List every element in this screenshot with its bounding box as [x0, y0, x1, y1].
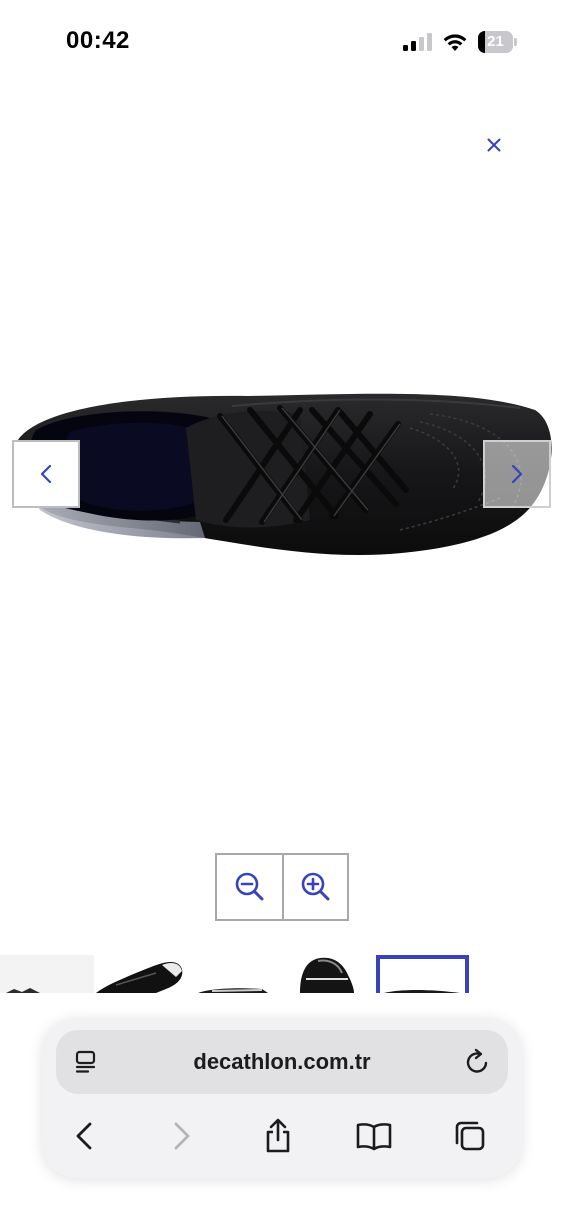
chevron-right-icon: [511, 464, 523, 484]
zoom-out-button[interactable]: [217, 855, 282, 919]
thumbnail-2[interactable]: [96, 955, 188, 993]
address-bar[interactable]: decathlon.com.tr: [56, 1030, 508, 1094]
previous-image-button[interactable]: [12, 440, 80, 508]
browser-toolbar: [42, 1114, 522, 1158]
product-image-football-boot: [13, 393, 552, 556]
battery-level: 21: [487, 33, 504, 50]
wifi-icon: [443, 34, 467, 51]
reload-icon[interactable]: [464, 1048, 492, 1076]
thumbnail-3[interactable]: [192, 955, 284, 993]
thumbnail-1[interactable]: [0, 955, 94, 993]
thumbnail-strip: [0, 955, 563, 993]
back-icon: [76, 1122, 92, 1150]
forward-button[interactable]: [162, 1116, 202, 1156]
thumbnail-5-selected[interactable]: [376, 955, 469, 993]
reader-icon[interactable]: [74, 1049, 100, 1075]
zoom-in-button[interactable]: [282, 855, 347, 919]
url-text[interactable]: decathlon.com.tr: [116, 1030, 448, 1094]
tabs-icon: [455, 1121, 485, 1151]
chevron-left-icon: [40, 464, 52, 484]
share-button[interactable]: [258, 1116, 298, 1156]
status-bar: 00:42 21: [0, 0, 563, 80]
status-time: 00:42: [66, 27, 130, 54]
browser-bottom-bar: decathlon.com.tr: [42, 1018, 522, 1178]
close-button[interactable]: [480, 131, 508, 159]
share-icon: [266, 1118, 290, 1153]
zoom-out-icon: [235, 872, 263, 901]
battery-indicator: 21: [478, 31, 518, 53]
thumbnail-4[interactable]: [288, 955, 372, 993]
cellular-signal-icon: [403, 33, 432, 51]
forward-icon: [174, 1122, 190, 1150]
zoom-in-icon: [301, 872, 329, 901]
bookmarks-button[interactable]: [354, 1116, 394, 1156]
bookmarks-icon: [356, 1123, 392, 1151]
next-image-button[interactable]: [483, 440, 551, 508]
tabs-button[interactable]: [450, 1116, 490, 1156]
zoom-controls: [215, 853, 349, 921]
close-icon: [487, 138, 501, 152]
back-button[interactable]: [64, 1116, 104, 1156]
